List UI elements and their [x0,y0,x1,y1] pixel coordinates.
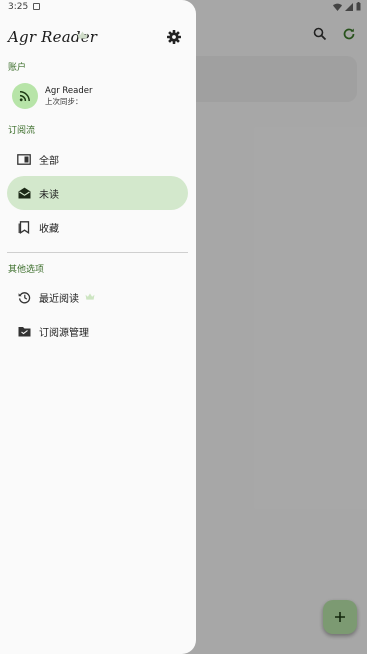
section-account: 账户 [8,63,27,73]
nav-item-label: 全部 [39,155,59,167]
signal-icon [345,2,353,11]
nav-item-label: 收藏 [39,223,59,235]
history-icon [17,290,31,304]
crown-icon [77,31,88,39]
account-name: Agr Reader [45,85,93,96]
folder-manage-icon [17,324,31,338]
nav-item-label: 订阅源管理 [39,327,89,339]
nav-item-manage-feeds[interactable]: 订阅源管理 [7,314,188,348]
nav-item-unread[interactable]: 未读 [7,176,188,210]
bookmark-icon [17,220,31,234]
account-item[interactable]: Agr Reader 上次同步： [12,83,93,109]
crown-icon [85,293,95,300]
nav-item-recent[interactable]: 最近阅读 [7,280,188,314]
section-feeds: 订阅流 [8,126,36,136]
drawer-divider [7,252,188,253]
status-time: 3:25 [8,2,29,12]
avatar [12,83,38,109]
account-last-sync: 上次同步： [45,96,83,106]
wifi-icon [333,3,342,11]
nav-item-label: 未读 [39,189,59,201]
nav-item-starred[interactable]: 收藏 [7,210,188,244]
nav-item-label: 最近阅读 [39,293,79,305]
navigation-drawer: Agr Reader 账户 Agr Reader 上次同步： 订阅流 全部 未读… [0,0,196,654]
nav-item-all[interactable]: 全部 [7,142,188,176]
section-other: 其他选项 [8,265,45,275]
settings-gear-icon[interactable] [166,29,182,45]
status-bar: 3:25 [0,0,367,14]
rss-icon [19,91,30,102]
notification-icon [33,3,40,10]
article-panel-icon [17,152,31,166]
battery-icon [356,2,361,11]
mail-open-icon [17,186,31,200]
